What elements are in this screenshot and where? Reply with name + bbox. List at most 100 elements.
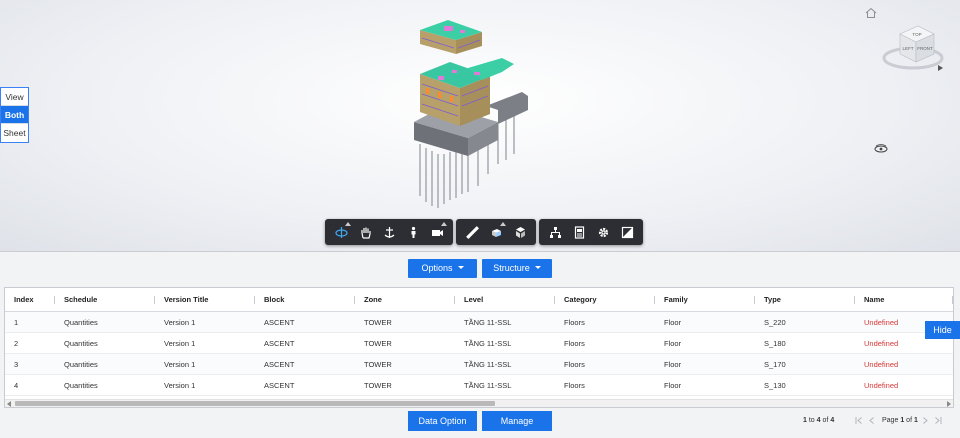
explode-button[interactable]	[508, 221, 532, 243]
cell-block: ASCENT	[264, 381, 295, 390]
chevron-down-icon	[534, 266, 541, 269]
cell-category: Floors	[564, 360, 585, 369]
pan-icon	[360, 227, 371, 239]
model-browser-button[interactable]	[543, 221, 567, 243]
column-header-zone[interactable]: Zone	[355, 288, 455, 311]
section-button[interactable]	[484, 221, 508, 243]
previous-page-icon[interactable]	[868, 416, 876, 425]
row-range-summary: 1 to 4 of 4	[803, 417, 834, 424]
orbit-tool-button[interactable]	[329, 221, 353, 243]
current-page: 1	[900, 417, 905, 424]
cell-name: Undefined	[864, 360, 899, 369]
viewcube-left-label: LEFT	[902, 46, 913, 51]
cell-category: Floors	[564, 381, 585, 390]
table-row[interactable]: 1 Quantities Version 1 ASCENT TOWER TẦNG 11-S…	[5, 312, 953, 333]
range-start: 1	[803, 417, 807, 424]
camera-button[interactable]	[425, 221, 449, 243]
navigation-tools-group	[325, 219, 453, 245]
settings-button[interactable]	[591, 221, 615, 243]
column-header-family[interactable]: Family	[655, 288, 755, 311]
pan-tool-button[interactable]	[353, 221, 377, 243]
page-summary: Page 1 of 1	[882, 417, 918, 424]
structure-dropdown[interactable]: Structure	[482, 259, 552, 278]
cell-version-title: Version 1	[164, 339, 196, 348]
cell-version-title: Version 1	[164, 360, 196, 369]
cell-level: TẦNG 11-SSL	[464, 318, 512, 327]
scroll-thumb[interactable]	[15, 401, 495, 406]
cell-version-title: Version 1	[164, 318, 196, 327]
cell-zone: TOWER	[364, 318, 392, 327]
section-icon	[491, 228, 501, 237]
fullscreen-button[interactable]	[615, 221, 639, 243]
cell-version-title: Version 1	[164, 381, 196, 390]
last-page-icon[interactable]	[934, 416, 942, 425]
cell-index: 1	[14, 318, 19, 327]
column-header-schedule[interactable]: Schedule	[55, 288, 155, 311]
column-header-category[interactable]: Category	[555, 288, 655, 311]
cell-index: 2	[14, 339, 19, 348]
table-row[interactable]: 4 Quantities Version 1 ASCENT TOWER TẦNG 11-S…	[5, 375, 953, 396]
toggle-both[interactable]: Both	[1, 106, 28, 124]
orbit-icon	[334, 226, 348, 238]
submenu-indicator	[345, 222, 351, 226]
toggle-view[interactable]: View	[1, 88, 28, 106]
scroll-left-icon[interactable]	[7, 401, 11, 407]
building-model[interactable]	[398, 14, 538, 210]
home-icon[interactable]	[865, 7, 877, 19]
grid-header: Index Schedule Version Title Block Zone …	[5, 288, 953, 312]
cell-category: Floors	[564, 318, 585, 327]
cell-index: 3	[14, 360, 19, 369]
cell-block: ASCENT	[264, 339, 295, 348]
model-viewer[interactable]: View Both Sheet TOP LEFT FRONT	[0, 0, 960, 252]
submenu-indicator	[500, 222, 506, 226]
first-person-button[interactable]	[401, 221, 425, 243]
column-header-type[interactable]: Type	[755, 288, 855, 311]
dolly-tool-button[interactable]	[377, 221, 401, 243]
cell-name: Undefined	[864, 381, 899, 390]
cell-level: TẦNG 11-SSL	[464, 339, 512, 348]
column-header-index[interactable]: Index	[5, 288, 55, 311]
camera-icon	[431, 229, 443, 236]
cell-family: Floor	[664, 339, 682, 348]
horizontal-scrollbar[interactable]	[5, 399, 953, 407]
range-of-word: of	[822, 417, 829, 424]
cell-level: TẦNG 11-SSL	[464, 381, 512, 390]
options-dropdown[interactable]: Options	[408, 259, 477, 278]
manage-button[interactable]: Manage	[482, 411, 552, 431]
column-header-version-title[interactable]: Version Title	[155, 288, 255, 311]
measure-button[interactable]	[460, 221, 484, 243]
column-header-name[interactable]: Name	[855, 288, 953, 311]
fullscreen-icon	[621, 226, 633, 238]
first-page-icon[interactable]	[855, 416, 863, 425]
page-word: Page	[882, 417, 899, 424]
cell-schedule: Quantities	[64, 381, 98, 390]
cell-zone: TOWER	[364, 360, 392, 369]
cell-zone: TOWER	[364, 381, 392, 390]
next-page-icon[interactable]	[921, 416, 929, 425]
toggle-sheet[interactable]: Sheet	[1, 124, 28, 142]
hide-button[interactable]: Hide	[925, 321, 960, 339]
first-person-icon	[411, 226, 415, 238]
cell-zone: TOWER	[364, 339, 392, 348]
model-browser-icon	[549, 226, 561, 238]
scroll-right-icon[interactable]	[947, 401, 951, 407]
viewcube[interactable]: TOP LEFT FRONT	[880, 18, 946, 74]
submenu-indicator	[441, 222, 447, 226]
table-row[interactable]: 3 Quantities Version 1 ASCENT TOWER TẦNG 11-S…	[5, 354, 953, 375]
properties-button[interactable]	[567, 221, 591, 243]
cell-level: TẦNG 11-SSL	[464, 360, 512, 369]
table-row[interactable]: 2 Quantities Version 1 ASCENT TOWER TẦNG 11-S…	[5, 333, 953, 354]
column-header-block[interactable]: Block	[255, 288, 355, 311]
grid-body: 1 Quantities Version 1 ASCENT TOWER TẦNG 11-S…	[5, 312, 953, 396]
cell-block: ASCENT	[264, 318, 295, 327]
panel-tools-group	[539, 219, 643, 245]
cell-schedule: Quantities	[64, 318, 98, 327]
page-of-word: of	[906, 417, 913, 424]
explode-icon	[515, 226, 525, 238]
cell-family: Floor	[664, 381, 682, 390]
cell-family: Floor	[664, 360, 682, 369]
data-option-button[interactable]: Data Option	[408, 411, 477, 431]
column-header-level[interactable]: Level	[455, 288, 555, 311]
options-label: Options	[421, 263, 453, 273]
total-pages: 1	[913, 417, 918, 424]
